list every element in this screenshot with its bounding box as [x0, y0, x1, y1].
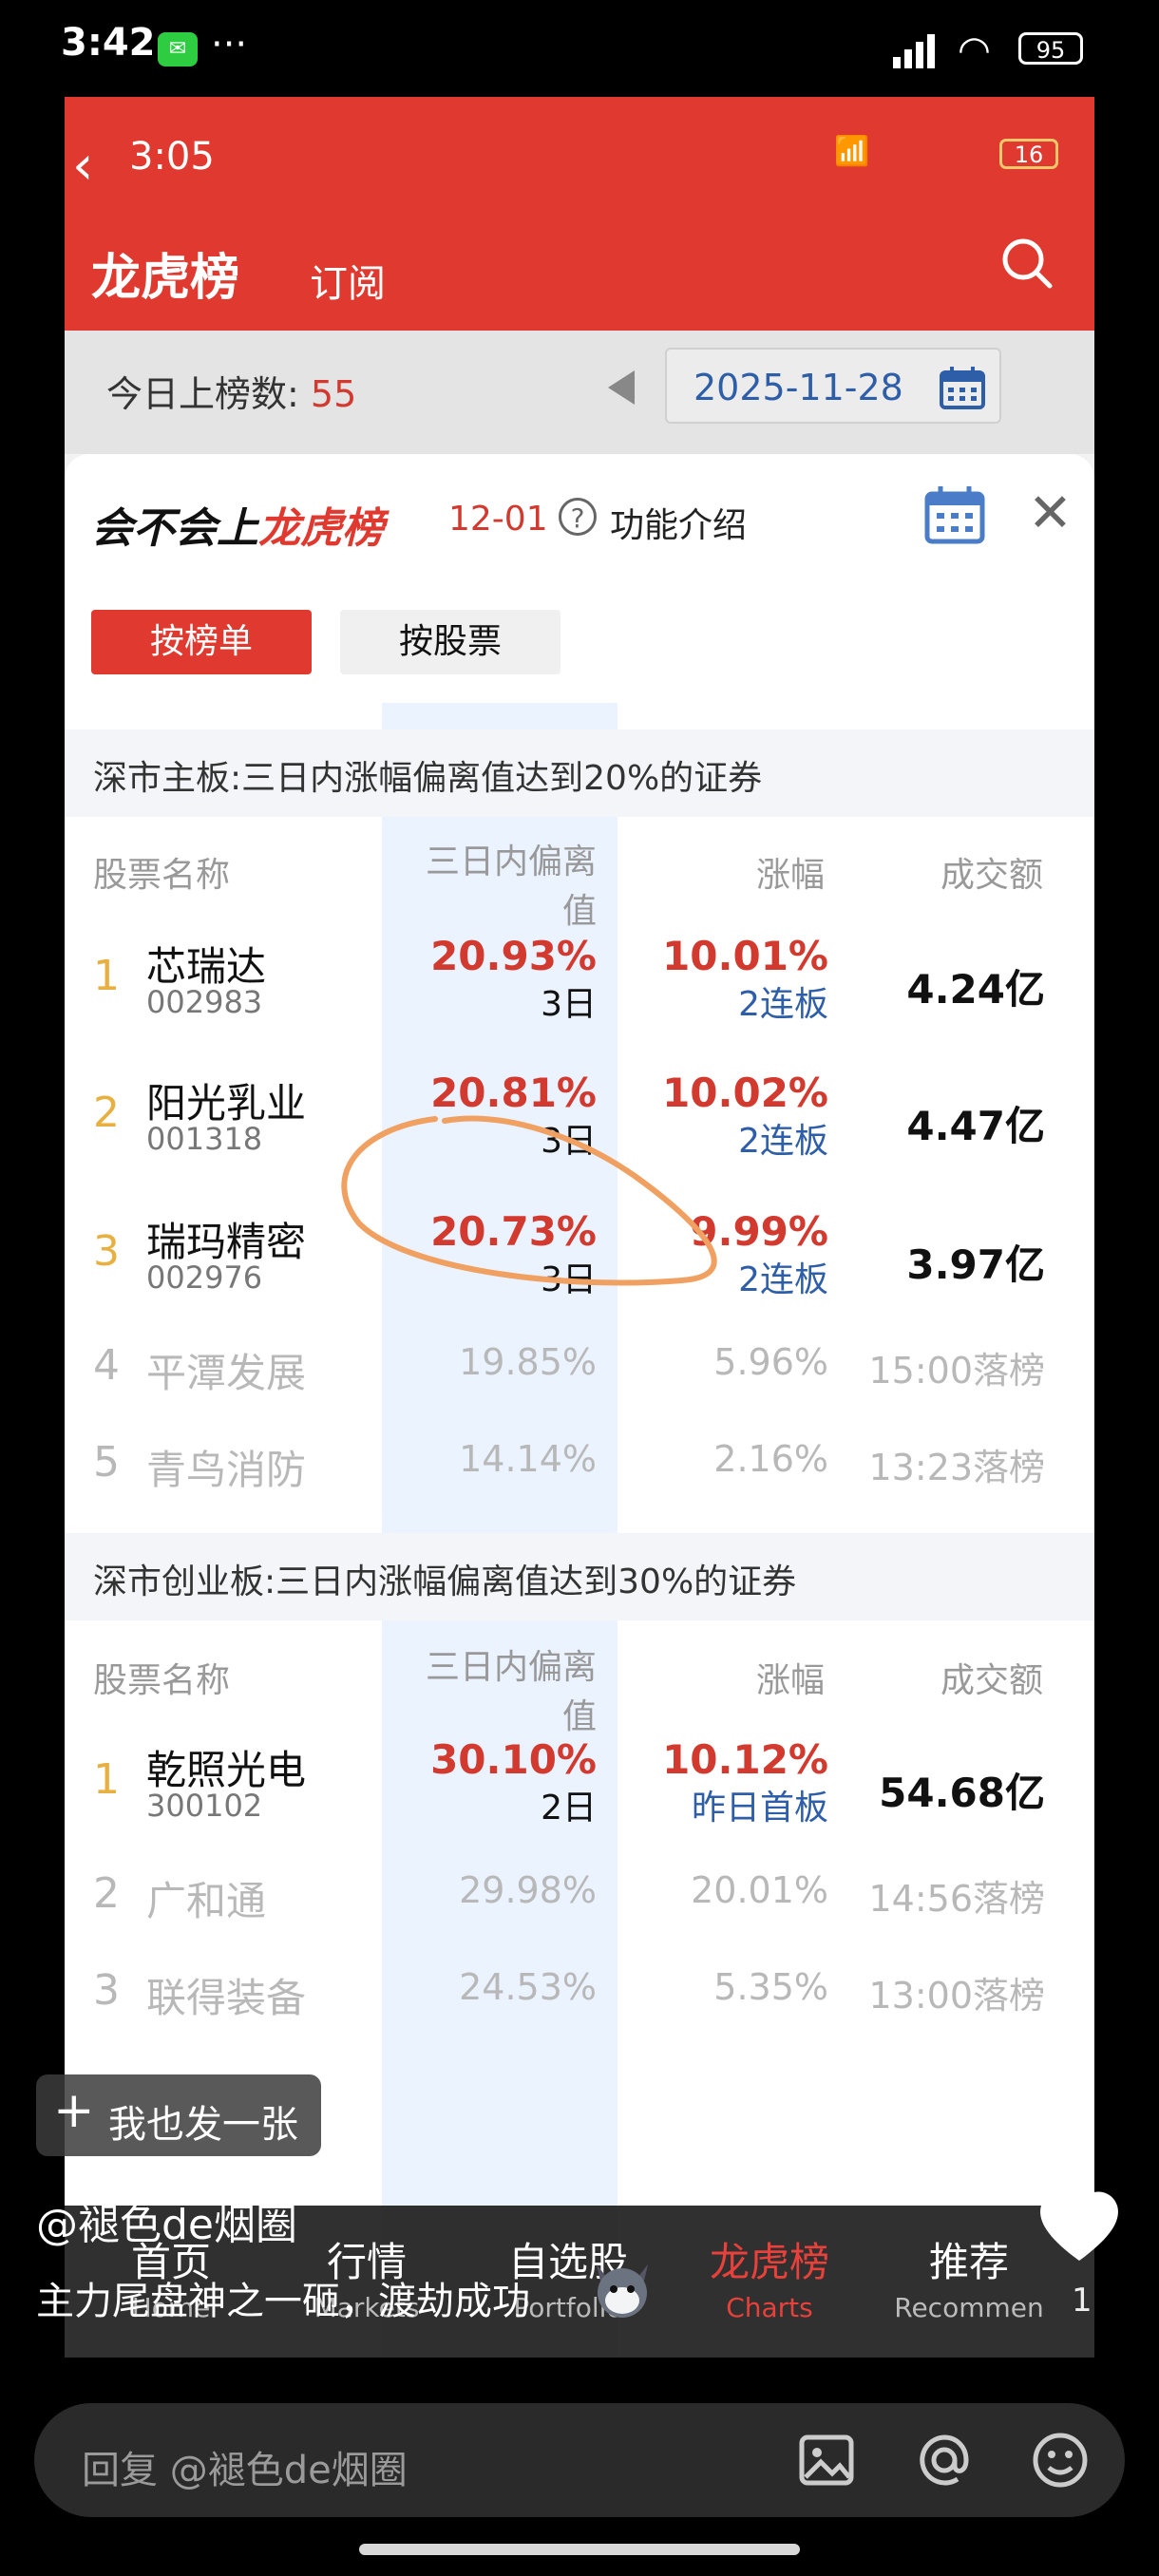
phone-status-bar: 3:42 ✉ ··· ◠ 95	[0, 0, 1159, 100]
app-screenshot: ‹ 3:05 📶 16 龙虎榜 订阅 今日上榜数: 55 2025-11-28 …	[65, 97, 1094, 2358]
stock-name: 平潭发展	[146, 1350, 307, 1396]
col-amount-header: 成交额	[940, 856, 1043, 895]
calendar-icon[interactable]	[923, 484, 986, 545]
search-icon[interactable]	[999, 236, 1054, 291]
close-icon[interactable]: ✕	[1028, 483, 1073, 544]
stock-name: 青鸟消防	[146, 1447, 307, 1493]
like-count: 1	[1072, 2282, 1092, 2320]
hand-drawn-circle-annotation	[341, 1115, 717, 1286]
mention-icon[interactable]	[912, 2428, 977, 2492]
board-streak: 昨日首板	[691, 1789, 828, 1828]
section-header-sz-chinext: 深市创业板:三日内涨幅偏离值达到30%的证券	[65, 1533, 1094, 1620]
stock-code: 001318	[146, 1121, 263, 1157]
more-dots: ···	[211, 23, 248, 66]
col-deviation-header: 三日内偏离值	[425, 1648, 597, 1736]
image-icon[interactable]	[794, 2428, 859, 2492]
emoji-icon[interactable]	[1028, 2428, 1092, 2492]
stock-name: 联得装备	[146, 1975, 307, 2021]
col-name-header: 股票名称	[93, 1661, 231, 1700]
rank: 3	[93, 1966, 120, 2015]
col-change-header: 涨幅	[755, 1661, 825, 1700]
date-selector[interactable]: 2025-11-28	[665, 348, 1001, 424]
like-heart-icon[interactable]	[1036, 2185, 1123, 2264]
stock-code: 002976	[146, 1260, 263, 1296]
status-time: 3:42	[61, 21, 156, 65]
deviation-value: 20.93%	[430, 933, 597, 979]
home-indicator[interactable]	[359, 2544, 800, 2555]
cat-emoji-icon	[597, 2264, 648, 2318]
col-name-header: 股票名称	[93, 856, 231, 895]
post-too-label: 我也发一张	[108, 2103, 298, 2147]
tab-charts[interactable]: 龙虎榜 Charts	[674, 2230, 864, 2323]
dragon-tiger-panel: 会不会上龙虎榜 12-01 ? 功能介绍 ✕ 按榜单 按股票 深市主板:三日内涨…	[65, 454, 1094, 2358]
reply-placeholder: 回复 @褪色de烟圈	[82, 2449, 408, 2492]
change-value: 10.12%	[662, 1736, 828, 1783]
col-deviation-header: 三日内偏离值	[425, 843, 597, 931]
turnover-amount: 15:00落榜	[868, 1350, 1045, 1392]
app-header: ‹ 3:05 📶 16 龙虎榜 订阅	[65, 97, 1094, 331]
deviation-value: 30.10%	[430, 1736, 597, 1783]
count-bar: 今日上榜数: 55 2025-11-28	[65, 331, 1094, 454]
turnover-amount: 54.68亿	[879, 1770, 1045, 1816]
panel-title: 会不会上龙虎榜	[91, 504, 384, 553]
selected-date: 2025-11-28	[694, 367, 903, 408]
rank: 2	[93, 1869, 120, 1918]
change-value: 10.01%	[662, 933, 828, 979]
post-caption: 主力尾盘神之一砸，渡劫成功	[36, 2280, 530, 2323]
col-amount-header: 成交额	[940, 1661, 1043, 1700]
rank: 2	[93, 1089, 120, 1137]
rank: 1	[93, 1755, 120, 1804]
signal-icon	[893, 34, 935, 68]
post-too-button[interactable]: + 我也发一张	[36, 2074, 321, 2156]
reply-input[interactable]: 回复 @褪色de烟圈	[34, 2403, 1125, 2517]
turnover-amount: 4.47亿	[906, 1103, 1045, 1149]
board-streak: 2连板	[738, 985, 828, 1024]
change-value: 5.96%	[713, 1341, 828, 1383]
stock-name: 广和通	[146, 1878, 267, 1924]
turnover-amount: 4.24亿	[906, 966, 1045, 1013]
app-battery-icon: 16	[999, 139, 1058, 169]
deviation-days: 2日	[541, 1789, 597, 1828]
turnover-amount: 14:56落榜	[868, 1878, 1045, 1920]
rank: 3	[93, 1227, 120, 1276]
rank: 1	[93, 952, 120, 1000]
wifi-icon: ◠	[958, 28, 991, 72]
back-chevron-icon[interactable]: ‹	[72, 135, 93, 197]
battery-icon: 95	[1018, 32, 1083, 65]
count-label: 今日上榜数: 55	[106, 373, 357, 415]
stock-code: 002983	[146, 984, 263, 1020]
app-signal-icon: 📶	[834, 135, 870, 168]
change-value: 20.01%	[691, 1869, 828, 1911]
col-change-header: 涨幅	[755, 856, 825, 895]
deviation-value: 14.14%	[459, 1438, 597, 1480]
change-value: 5.35%	[713, 1966, 828, 2008]
deviation-value: 19.85%	[459, 1341, 597, 1383]
stock-code: 300102	[146, 1788, 263, 1824]
app-status-time: 3:05	[129, 135, 215, 179]
prev-date-arrow-icon[interactable]	[608, 370, 635, 405]
deviation-days: 3日	[541, 985, 597, 1024]
rank: 4	[93, 1341, 120, 1390]
help-icon[interactable]: ?	[559, 498, 597, 536]
turnover-amount: 13:23落榜	[868, 1447, 1045, 1488]
rank: 5	[93, 1438, 120, 1487]
change-value: 2.16%	[713, 1438, 828, 1480]
tab-by-stock[interactable]: 按股票	[340, 610, 560, 674]
wechat-icon: ✉	[158, 32, 198, 66]
section-header-sz-main: 深市主板:三日内涨幅偏离值达到20%的证券	[65, 729, 1094, 817]
feature-intro-link[interactable]: 功能介绍	[610, 498, 747, 547]
tab-by-list[interactable]: 按榜单	[91, 610, 312, 674]
count-value: 55	[310, 373, 357, 415]
subscribe-link[interactable]: 订阅	[310, 253, 386, 308]
page-title: 龙虎榜	[91, 250, 240, 307]
deviation-value: 29.98%	[459, 1869, 597, 1911]
turnover-amount: 13:00落榜	[868, 1975, 1045, 2017]
plus-icon: +	[53, 2082, 95, 2139]
author-name[interactable]: @褪色de烟圈	[36, 2190, 297, 2251]
turnover-amount: 3.97亿	[906, 1241, 1045, 1288]
deviation-value: 24.53%	[459, 1966, 597, 2008]
panel-date: 12-01	[448, 500, 548, 539]
calendar-icon	[940, 367, 985, 409]
